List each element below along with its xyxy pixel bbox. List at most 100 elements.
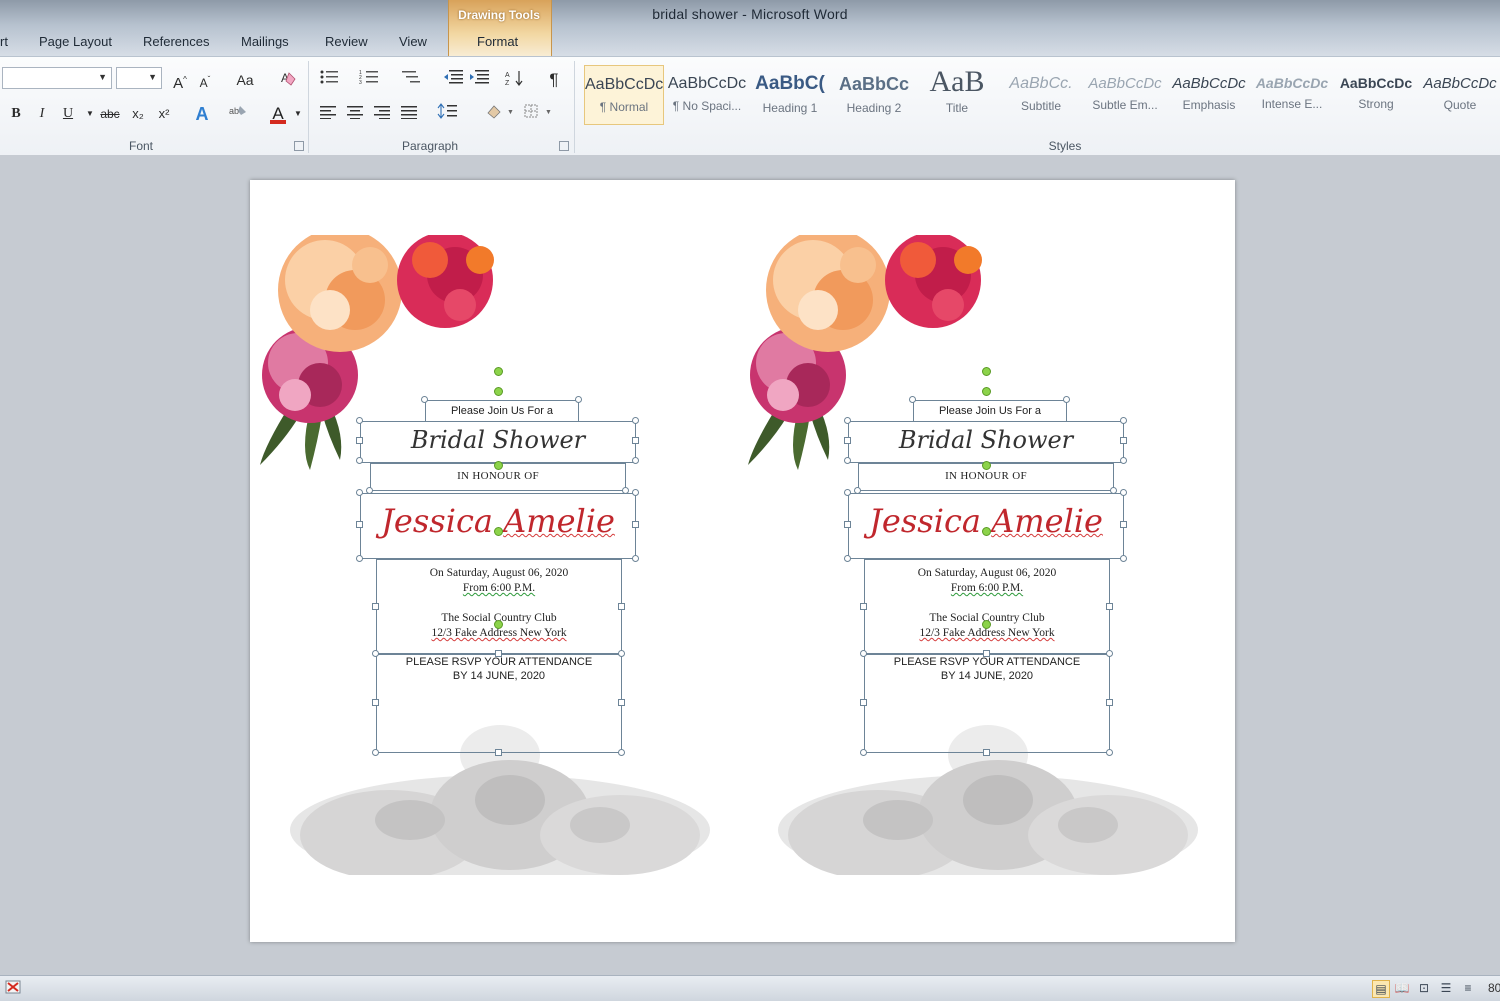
resize-handle[interactable] [366, 487, 373, 494]
style-heading-2[interactable]: AaBbCc Heading 2 [834, 65, 914, 125]
decrease-indent-button[interactable] [442, 69, 466, 91]
italic-button[interactable]: I [30, 103, 54, 125]
bold-button[interactable]: B [4, 103, 28, 125]
shading-button[interactable]: ▼ [482, 103, 518, 125]
resize-handle[interactable] [632, 457, 639, 464]
resize-handle[interactable] [860, 603, 867, 610]
draft-view-button[interactable]: ≡ [1460, 980, 1476, 996]
rotation-handle[interactable] [982, 527, 991, 536]
align-center-button[interactable] [343, 103, 367, 125]
resize-handle[interactable] [860, 650, 867, 657]
rotation-handle[interactable] [982, 387, 991, 396]
style-strong[interactable]: AaBbCcDc Strong [1336, 65, 1416, 125]
resize-handle[interactable] [618, 650, 625, 657]
resize-handle[interactable] [356, 489, 363, 496]
grow-font-button[interactable]: A^ [168, 69, 192, 92]
resize-handle[interactable] [372, 749, 379, 756]
resize-handle[interactable] [1106, 749, 1113, 756]
rotation-handle[interactable] [494, 620, 503, 629]
resize-handle[interactable] [844, 489, 851, 496]
resize-handle[interactable] [1106, 699, 1113, 706]
style-intense-emphasis[interactable]: AaBbCcDc Intense E... [1252, 65, 1332, 125]
resize-handle[interactable] [356, 457, 363, 464]
resize-handle[interactable] [1110, 487, 1117, 494]
align-left-button[interactable] [316, 103, 340, 125]
shrink-font-button[interactable]: Aˇ [193, 69, 217, 91]
rotation-handle[interactable] [982, 620, 991, 629]
tab-mailings[interactable]: Mailings [241, 34, 289, 49]
rotation-handle[interactable] [982, 367, 991, 376]
resize-handle[interactable] [356, 521, 363, 528]
bullets-button[interactable] [318, 69, 342, 91]
resize-handle[interactable] [860, 749, 867, 756]
resize-handle[interactable] [356, 417, 363, 424]
multilevel-list-button[interactable] [400, 69, 424, 91]
resize-handle[interactable] [421, 396, 428, 403]
tab-view[interactable]: View [399, 34, 427, 49]
resize-handle[interactable] [1120, 555, 1127, 562]
resize-handle[interactable] [1120, 437, 1127, 444]
style-subtitle[interactable]: AaBbCc. Subtitle [1001, 65, 1081, 125]
style-subtle-emphasis[interactable]: AaBbCcDc Subtle Em... [1085, 65, 1165, 125]
clear-formatting-button[interactable]: A [276, 69, 300, 91]
resize-handle[interactable] [372, 699, 379, 706]
proofing-error-icon[interactable] [4, 979, 24, 997]
event-details-box[interactable]: On Saturday, August 06, 2020 From 6:00 P… [864, 559, 1110, 654]
numbering-button[interactable]: 123 [358, 69, 382, 91]
resize-handle[interactable] [356, 437, 363, 444]
event-details-box[interactable]: On Saturday, August 06, 2020 From 6:00 P… [376, 559, 622, 654]
chevron-down-icon[interactable]: ▼ [148, 72, 157, 82]
print-layout-view-button[interactable]: ▤ [1372, 980, 1390, 998]
justify-button[interactable] [397, 103, 421, 125]
resize-handle[interactable] [575, 396, 582, 403]
resize-handle[interactable] [844, 555, 851, 562]
tab-references[interactable]: References [143, 34, 209, 49]
superscript-button[interactable]: x² [152, 103, 176, 125]
document-page[interactable]: Please Join Us For a Bridal Shower IN HO… [250, 180, 1235, 942]
resize-handle[interactable] [983, 749, 990, 756]
style-emphasis[interactable]: AaBbCcDc Emphasis [1169, 65, 1249, 125]
borders-button[interactable]: ▼ [522, 103, 556, 125]
underline-button[interactable]: U [56, 103, 80, 125]
resize-handle[interactable] [618, 749, 625, 756]
strikethrough-button[interactable]: abc [98, 103, 122, 125]
resize-handle[interactable] [356, 555, 363, 562]
rotation-handle[interactable] [494, 387, 503, 396]
resize-handle[interactable] [632, 521, 639, 528]
web-layout-view-button[interactable]: ⊡ [1416, 980, 1432, 996]
resize-handle[interactable] [854, 487, 861, 494]
tab-insert[interactable]: rt [0, 34, 8, 49]
resize-handle[interactable] [1120, 489, 1127, 496]
resize-handle[interactable] [844, 521, 851, 528]
resize-handle[interactable] [1106, 650, 1113, 657]
resize-handle[interactable] [632, 437, 639, 444]
rotation-handle[interactable] [494, 367, 503, 376]
resize-handle[interactable] [844, 437, 851, 444]
resize-handle[interactable] [632, 555, 639, 562]
increase-indent-button[interactable] [468, 69, 492, 91]
highlight-button[interactable]: ab [226, 103, 250, 125]
text-effects-button[interactable]: A [190, 103, 214, 125]
style-normal[interactable]: AaBbCcDc ¶ Normal [584, 65, 664, 125]
resize-handle[interactable] [632, 489, 639, 496]
resize-handle[interactable] [632, 417, 639, 424]
zoom-level[interactable]: 80 [1488, 981, 1500, 995]
tab-review[interactable]: Review [325, 34, 368, 49]
rotation-handle[interactable] [494, 461, 503, 470]
honoree-name-box[interactable]: Jessica Amelie [360, 493, 636, 559]
resize-handle[interactable] [372, 650, 379, 657]
resize-handle[interactable] [844, 457, 851, 464]
resize-handle[interactable] [618, 603, 625, 610]
event-title-box[interactable]: Bridal Shower [848, 421, 1124, 463]
resize-handle[interactable] [860, 699, 867, 706]
resize-handle[interactable] [372, 603, 379, 610]
subscript-button[interactable]: x₂ [126, 103, 150, 125]
chevron-down-icon[interactable]: ▼ [286, 103, 310, 125]
resize-handle[interactable] [909, 396, 916, 403]
style-quote[interactable]: AaBbCcDc Quote [1420, 65, 1500, 125]
sort-button[interactable]: AZ [504, 69, 528, 91]
resize-handle[interactable] [844, 417, 851, 424]
tab-page-layout[interactable]: Page Layout [39, 34, 112, 49]
resize-handle[interactable] [1120, 457, 1127, 464]
font-name-combo[interactable]: ▼ [2, 67, 112, 89]
